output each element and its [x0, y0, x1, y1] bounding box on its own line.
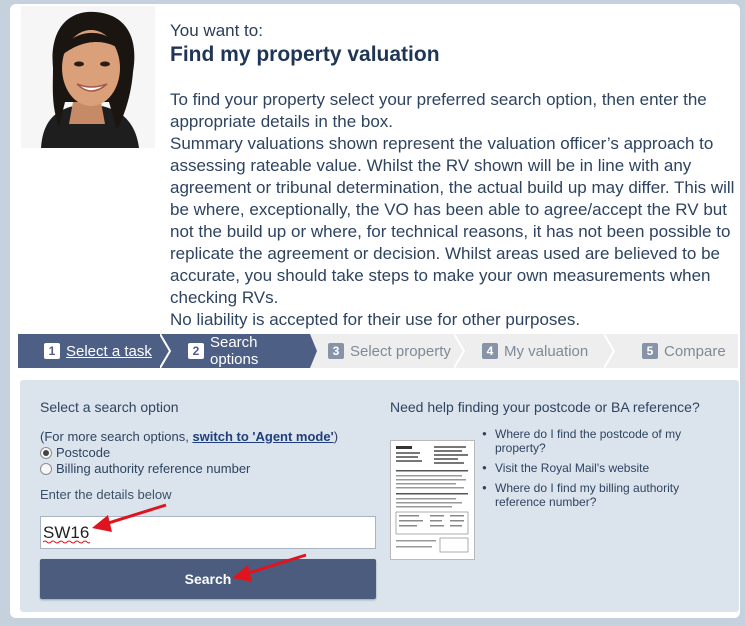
more-options-prefix: (For more search options,	[40, 429, 193, 444]
ba-reference-option[interactable]: Billing authority reference number	[40, 461, 250, 476]
postcode-input[interactable]	[40, 516, 376, 549]
step-compare: 5 Compare	[612, 334, 738, 368]
step-number: 1	[44, 343, 60, 359]
step-number: 2	[188, 343, 204, 359]
step-label: Search options	[209, 334, 259, 368]
intro: You want to: Find my property valuation …	[170, 21, 736, 331]
more-options-suffix: )	[333, 429, 339, 444]
search-panel: Select a search option (For more search …	[20, 380, 739, 612]
more-options-note: (For more search options, switch to 'Age…	[40, 429, 338, 444]
details-label: Enter the details below	[40, 487, 172, 502]
ba-reference-radio[interactable]	[40, 462, 52, 475]
postcode-radio-label: Postcode	[56, 445, 111, 460]
step-my-valuation: 4 My valuation	[462, 334, 612, 368]
intro-pretitle: You want to:	[170, 21, 263, 40]
help-link-royal-mail[interactable]: Visit the Royal Mail's website	[482, 461, 722, 475]
step-select-property: 3 Select property	[310, 334, 462, 368]
page-title: Find my property valuation	[170, 43, 440, 66]
main-panel: You want to: Find my property valuation …	[10, 4, 740, 618]
step-number: 4	[482, 343, 498, 359]
avatar	[21, 6, 155, 148]
postcode-radio[interactable]	[40, 446, 52, 459]
rates-bill-document-image	[390, 440, 475, 560]
step-label: Compare	[664, 342, 726, 360]
ba-reference-radio-label: Billing authority reference number	[56, 461, 251, 476]
step-number: 3	[328, 343, 344, 359]
disclaimer-paragraph: Summary valuations shown represent the v…	[170, 134, 735, 307]
agent-mode-link[interactable]: switch to 'Agent mode'	[192, 429, 333, 444]
liability-paragraph: No liability is accepted for their use f…	[170, 310, 581, 329]
step-progress-bar: 1 Select a task 2 Search options 3 Selec…	[18, 334, 738, 368]
step-select-task[interactable]: 1 Select a task	[18, 334, 160, 368]
step-label: Select property	[350, 342, 451, 360]
help-links-list: Where do I find the postcode of my prope…	[482, 427, 722, 515]
help-link-postcode[interactable]: Where do I find the postcode of my prope…	[482, 427, 722, 455]
chevron-right-icon	[604, 334, 616, 368]
woman-photo	[21, 6, 155, 148]
chevron-right-icon	[454, 334, 466, 368]
spellcheck-underline	[43, 540, 90, 544]
intro-body: To find your property select your prefer…	[170, 89, 736, 331]
help-heading: Need help finding your postcode or BA re…	[390, 399, 700, 415]
chevron-right-icon	[160, 334, 172, 368]
help-link-ba-reference[interactable]: Where do I find my billing authority ref…	[482, 481, 722, 509]
intro-paragraph: To find your property select your prefer…	[170, 90, 707, 131]
chevron-right-icon	[303, 334, 317, 368]
search-button[interactable]: Search	[40, 559, 376, 599]
step-label: Select a task	[66, 342, 152, 360]
step-label: My valuation	[504, 342, 589, 360]
step-number: 5	[642, 343, 658, 359]
search-option-heading: Select a search option	[40, 399, 179, 415]
postcode-option[interactable]: Postcode	[40, 445, 110, 460]
step-search-options: 2 Search options	[160, 334, 310, 368]
